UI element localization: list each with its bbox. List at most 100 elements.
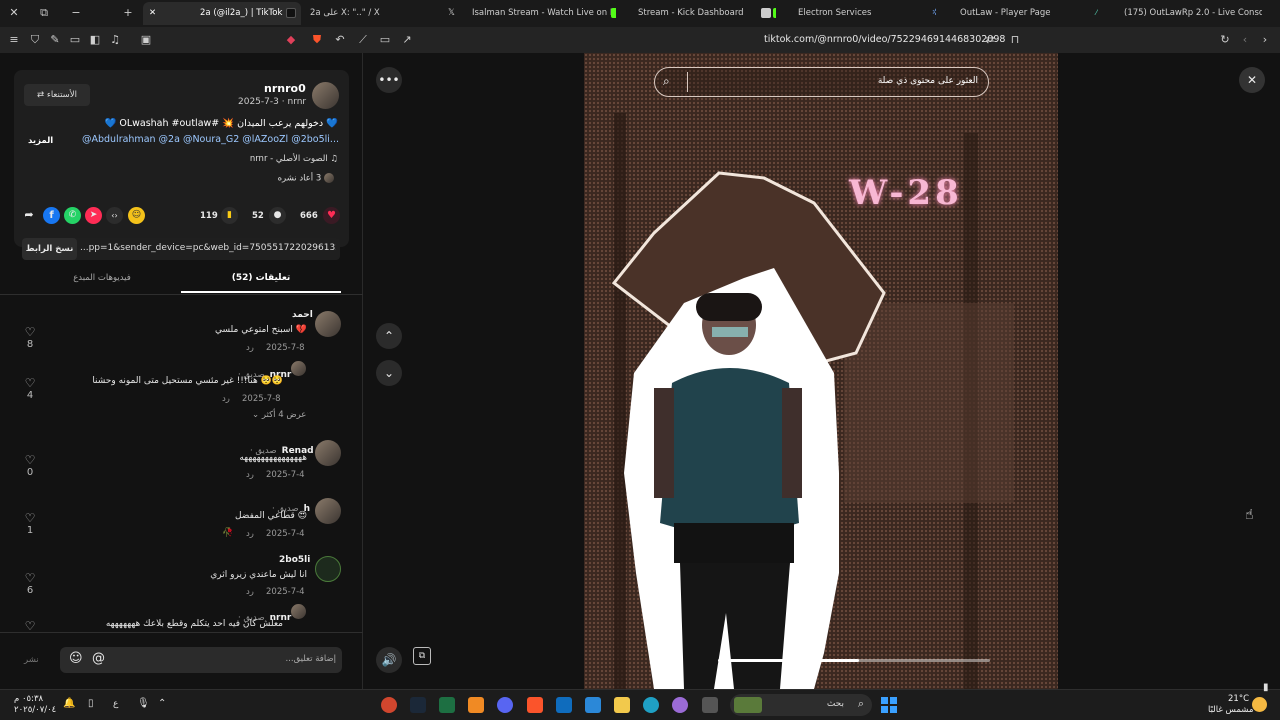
commenter-name[interactable]: 2bo5li — [279, 555, 310, 565]
author-username[interactable]: nrnro0 — [264, 82, 306, 95]
tabs-icon[interactable]: ▭ — [67, 32, 83, 48]
tab-tiktok[interactable]: ✕ 2a (@il2a_) | TikTok — [143, 2, 301, 25]
sun-icon[interactable] — [1252, 697, 1267, 712]
mention-icon[interactable]: @ — [92, 651, 105, 666]
tab-outlaw-console[interactable]: (175) OutLawRp 2.0 - Live Console — [1122, 2, 1262, 25]
commenter-avatar[interactable] — [315, 498, 341, 524]
commenter-name[interactable]: احمد — [292, 310, 313, 320]
commenter-avatar[interactable] — [291, 361, 306, 376]
previous-video-icon[interactable]: ⌃ — [376, 323, 402, 349]
facebook-icon[interactable]: f — [43, 207, 60, 224]
page-settings-icon[interactable]: ⇄ — [982, 32, 998, 48]
bookmark-icon[interactable]: ▮ — [221, 207, 238, 224]
comment-like-button[interactable]: ♡ 8 — [22, 325, 38, 350]
chevron-up-icon[interactable]: ⌃ — [158, 698, 166, 709]
tab-electron[interactable]: Electron Services ✲ — [796, 2, 936, 25]
tab-creator-videos[interactable]: فيديوهات المبدع — [22, 273, 182, 283]
screen-icon[interactable]: ▭ — [377, 32, 393, 48]
sidebar-icon[interactable]: ◧ — [87, 32, 103, 48]
folder-icon[interactable] — [614, 697, 630, 713]
send-icon[interactable]: ➤ — [85, 207, 102, 224]
comment-like-button[interactable]: ♡ 0 — [22, 453, 38, 478]
minimize-icon[interactable]: − — [68, 5, 84, 21]
close-window-icon[interactable]: ✕ — [6, 5, 22, 21]
reposts-info[interactable]: 3 أعاد نشره — [278, 173, 334, 184]
edge-icon[interactable] — [643, 697, 659, 713]
wallet-icon[interactable]: ▣ — [138, 32, 154, 48]
reply-button[interactable]: رد — [246, 470, 254, 480]
clock-date[interactable]: ٢٠٢٥/٠٧/٠٤ — [14, 705, 56, 715]
music-icon[interactable]: ♫ — [107, 32, 123, 48]
url-text[interactable]: tiktok.com/@nrnro0/video/752294691446830… — [764, 34, 1005, 45]
task-view-icon[interactable] — [702, 697, 718, 713]
commenter-avatar[interactable] — [315, 556, 341, 582]
menu-icon[interactable]: ≡ — [6, 32, 22, 48]
notification-bell-icon[interactable]: 🔔 — [63, 698, 75, 709]
comment-like-button[interactable]: ♡ — [22, 619, 38, 633]
video-progress-track[interactable] — [718, 659, 990, 662]
volume-icon[interactable]: 🔊 — [376, 647, 402, 673]
close-icon[interactable]: ✕ — [1239, 67, 1265, 93]
brave-shield-icon[interactable]: ⛊ — [309, 32, 325, 48]
comment-like-button[interactable]: ♡ 6 — [22, 571, 38, 596]
discord-icon[interactable] — [497, 697, 513, 713]
restore-icon[interactable]: ⧉ — [36, 5, 52, 21]
embed-icon[interactable]: ‹› — [106, 207, 123, 224]
forward-icon[interactable]: › — [1257, 32, 1273, 48]
author-avatar[interactable] — [312, 82, 339, 109]
notification-icon[interactable]: ◆ — [283, 32, 299, 48]
pip-icon[interactable]: ⧉ — [413, 647, 431, 665]
brave-icon[interactable] — [527, 697, 543, 713]
comment-input[interactable]: إضافة تعليق... @ ☺ — [60, 647, 342, 673]
whatsapp-icon[interactable]: ✆ — [64, 207, 81, 224]
commenter-avatar[interactable] — [315, 311, 341, 337]
reply-button[interactable]: رد — [222, 394, 230, 404]
excel-icon[interactable] — [439, 697, 455, 713]
app-icon-a[interactable] — [468, 697, 484, 713]
reply-button[interactable]: رد — [246, 529, 254, 539]
tab-comments[interactable]: تعليقات (52) — [181, 273, 341, 283]
copy-link-button[interactable]: نسخ الرابط — [22, 238, 77, 260]
tab-kick-dashboard[interactable]: Stream - Kick Dashboard — [636, 2, 776, 25]
like-icon[interactable]: ♥ — [323, 207, 340, 224]
video-search-bar[interactable]: ⌕ العثور على محتوى ذي صلة — [654, 67, 989, 97]
commenter-avatar[interactable] — [315, 440, 341, 466]
next-video-icon[interactable]: ⌄ — [376, 360, 402, 386]
bookmark-icon[interactable]: ⊓ — [1007, 32, 1023, 48]
more-link[interactable]: المزيد — [28, 136, 53, 146]
tab-outlaw-player[interactable]: OutLaw - Player Page ⁄ — [958, 2, 1098, 25]
comment-like-button[interactable]: ♡ 1 — [22, 511, 38, 536]
caption-mentions[interactable]: @Abdulrahman @2a @Noura_G2 @lAZooZl @2bo… — [69, 134, 339, 145]
extensions-icon[interactable]: ✎ — [47, 32, 63, 48]
more-options-icon[interactable]: ••• — [376, 67, 402, 93]
tab-kick-live[interactable]: 𝕏 Isalman Stream - Watch Live on Kick — [448, 2, 616, 25]
clock-time[interactable]: ٠٥:٣٨ م — [14, 694, 43, 704]
reply-button[interactable]: رد — [246, 343, 254, 353]
store-icon[interactable] — [585, 697, 601, 713]
shield-icon[interactable]: ⛉ — [27, 32, 43, 48]
taskbar-search[interactable]: بحث ⌕ — [730, 694, 872, 716]
comment-like-button[interactable]: ♡ 4 — [22, 376, 38, 401]
share-link[interactable]: ...pp=1&sender_device=pc&web_id=75055172… — [80, 243, 336, 253]
weather-temp[interactable]: 21°C — [1228, 694, 1249, 704]
follow-button[interactable]: ⇄ الأستنعاء — [24, 84, 90, 106]
draw-icon[interactable]: ⟋ — [355, 32, 371, 48]
reply-button[interactable]: رد — [246, 587, 254, 597]
app-icon-1[interactable] — [381, 697, 397, 713]
tab-x[interactable]: 2a على X: ".." / X 𝕏 — [306, 2, 446, 25]
link-icon[interactable]: ↗ — [399, 32, 415, 48]
sound-link[interactable]: ♫ الصوت الأصلي - nrnr — [250, 154, 338, 164]
view-more-replies[interactable]: ⌄ عرض 4 أكثر — [252, 410, 306, 420]
weather-desc[interactable]: مشمس غالبًا — [1208, 705, 1253, 715]
microphone-icon[interactable]: 🎙 — [137, 698, 150, 709]
copilot-icon[interactable] — [672, 697, 688, 713]
share-arrow-icon[interactable]: ➦ — [22, 208, 36, 223]
battery-icon[interactable]: ▯ — [88, 698, 94, 709]
steam-icon[interactable] — [410, 697, 426, 713]
commenter-avatar[interactable] — [291, 604, 306, 619]
back-icon[interactable]: ‹ — [1237, 32, 1253, 48]
outlook-icon[interactable] — [556, 697, 572, 713]
new-tab-icon[interactable]: + — [120, 5, 136, 21]
language-indicator[interactable]: ع — [113, 699, 118, 709]
emoji-icon[interactable]: ☺ — [69, 651, 83, 666]
